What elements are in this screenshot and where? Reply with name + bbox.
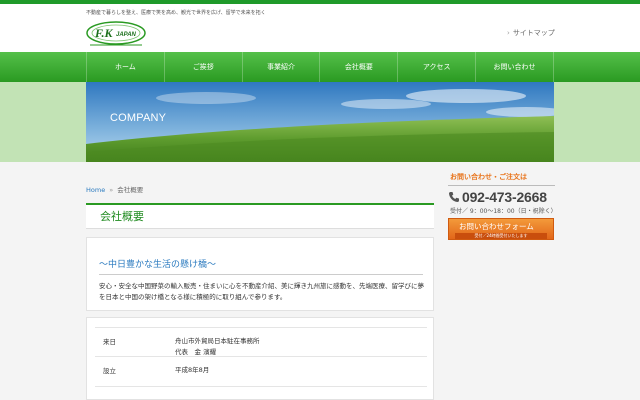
page-title: 会社概要 bbox=[100, 210, 144, 223]
breadcrumb-current: 会社概要 bbox=[117, 186, 144, 194]
phone-number[interactable]: 092-473-2668 bbox=[448, 189, 555, 205]
contact-title: お問い合わせ・ご注文は bbox=[450, 173, 527, 181]
business-hours: 受付／ 9：00〜18：00（日・祝除く） bbox=[450, 208, 557, 215]
row-value: 舟山市外貿局日本駐在事務所 代表 金 濱耀 bbox=[175, 336, 260, 358]
site-header: 不動産で暮らしを整え、医療で笑を高め、観光で世界を広げ、留学で未来を拓く F.K… bbox=[0, 4, 640, 52]
company-logo[interactable]: F.K JAPAN bbox=[86, 20, 146, 48]
phone-number-text: 092-473-2668 bbox=[462, 189, 547, 205]
global-nav: ホーム ご挨拶 事業紹介 会社概要 アクセス お問い合わせ bbox=[0, 52, 640, 82]
logo-subtext: JAPAN bbox=[116, 32, 137, 38]
sitemap-link[interactable]: › サイトマップ bbox=[507, 28, 555, 38]
nav-item-access[interactable]: アクセス bbox=[398, 52, 477, 82]
breadcrumb: Home » 会社概要 bbox=[86, 184, 143, 194]
logo-text: F.K bbox=[94, 26, 113, 40]
row-value: 平成8年8月 bbox=[175, 366, 210, 374]
table-row: 設立 平成8年8月 bbox=[95, 357, 427, 387]
logo-mark: F.K JAPAN bbox=[86, 21, 146, 46]
nav-item-business[interactable]: 事業紹介 bbox=[243, 52, 321, 82]
nav-item-greeting[interactable]: ご挨拶 bbox=[165, 52, 243, 82]
nav-item-home[interactable]: ホーム bbox=[86, 52, 165, 82]
contact-form-button[interactable]: お問い合わせフォーム 受付／24時間受付いたします bbox=[448, 218, 554, 240]
row-value-line: 代表 金 濱耀 bbox=[175, 348, 217, 356]
intro-body: 安心・安全な中国野菜の輸入販売・住まいに心を不動産介紹、美に輝き九州旅に感動を、… bbox=[99, 282, 424, 301]
chevron-right-icon: › bbox=[507, 29, 510, 37]
intro-card: 〜中日豊かな生活の懸け橋〜 安心・安全な中国野菜の輸入販売・住まいに心を不動産介… bbox=[86, 237, 434, 311]
row-key: 設立 bbox=[103, 367, 116, 375]
site-tagline: 不動産で暮らしを整え、医療で笑を高め、観光で世界を広げ、留学で未来を拓く bbox=[86, 10, 266, 16]
row-value-line: 舟山市外貿局日本駐在事務所 bbox=[175, 337, 260, 345]
row-key: 来日 bbox=[103, 338, 116, 346]
contact-form-button-label: お問い合わせフォーム bbox=[459, 222, 534, 231]
hero-title: COMPANY bbox=[110, 112, 167, 124]
nav-item-contact[interactable]: お問い合わせ bbox=[476, 52, 554, 82]
hero-banner: COMPANY bbox=[86, 82, 554, 162]
contact-form-button-sub: 受付／24時間受付いたします bbox=[455, 233, 547, 239]
intro-subtitle: 〜中日豊かな生活の懸け橋〜 bbox=[99, 260, 217, 270]
page-header: 会社概要 bbox=[86, 203, 434, 229]
table-row: 来日 舟山市外貿局日本駐在事務所 代表 金 濱耀 bbox=[95, 327, 427, 357]
sitemap-label: サイトマップ bbox=[512, 29, 555, 37]
company-info-card: 来日 舟山市外貿局日本駐在事務所 代表 金 濱耀 設立 平成8年8月 bbox=[86, 317, 434, 400]
breadcrumb-home-link[interactable]: Home bbox=[86, 186, 105, 194]
sidebar-contact: お問い合わせ・ご注文は 092-473-2668 受付／ 9：00〜18：00（… bbox=[448, 172, 557, 240]
nav-item-company[interactable]: 会社概要 bbox=[320, 52, 399, 82]
breadcrumb-separator-icon: » bbox=[109, 186, 114, 194]
divider bbox=[99, 274, 423, 275]
divider bbox=[448, 185, 555, 186]
phone-icon bbox=[449, 192, 459, 202]
